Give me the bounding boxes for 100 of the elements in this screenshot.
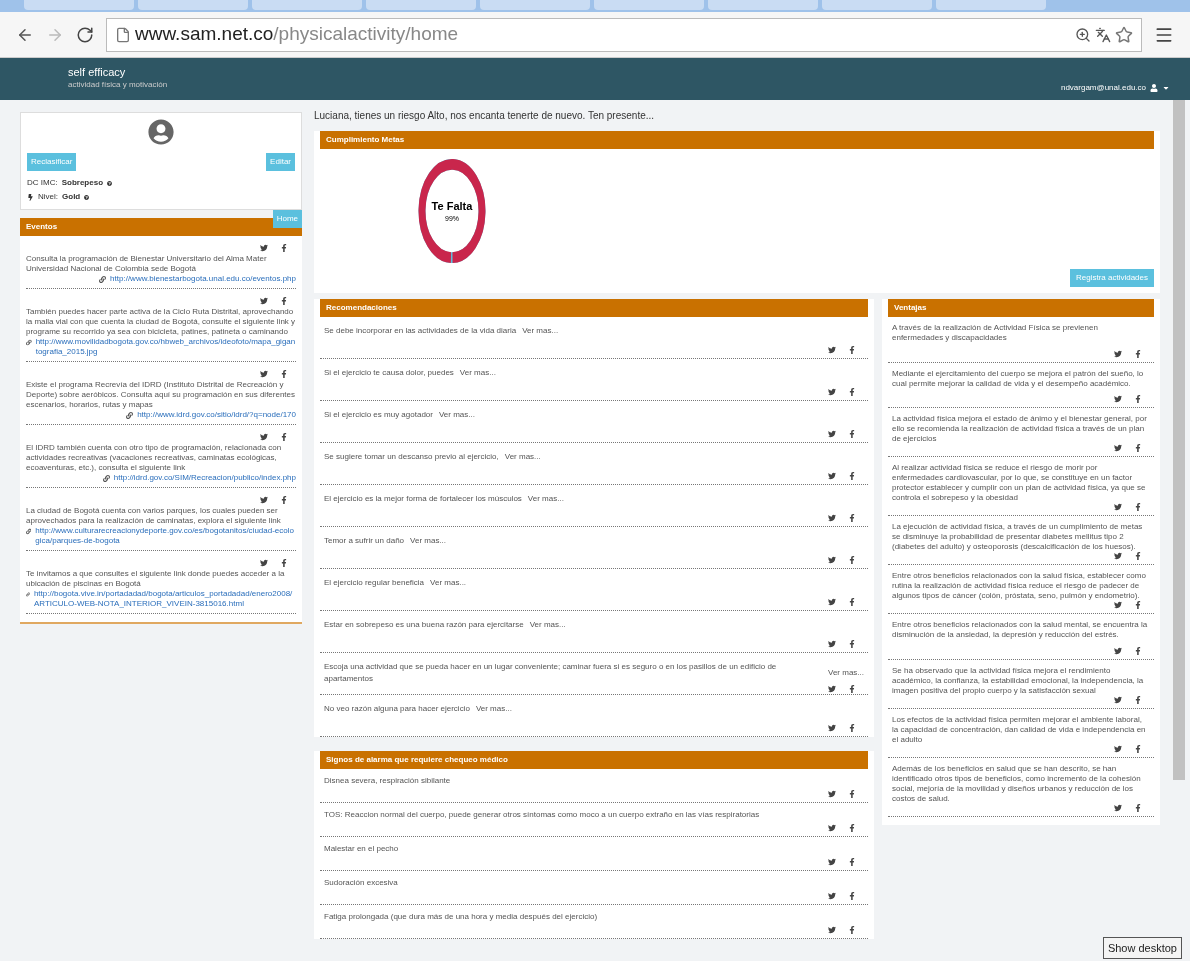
section-header: Cumplimiento Metas <box>320 131 1154 149</box>
twitter-icon[interactable] <box>828 346 836 354</box>
twitter-icon[interactable] <box>828 858 836 866</box>
facebook-icon[interactable] <box>848 640 856 648</box>
facebook-icon[interactable] <box>848 892 856 900</box>
twitter-icon[interactable] <box>260 433 268 441</box>
twitter-icon[interactable] <box>828 640 836 648</box>
twitter-icon[interactable] <box>1114 695 1122 704</box>
twitter-icon[interactable] <box>1114 395 1122 403</box>
twitter-icon[interactable] <box>260 244 268 252</box>
user-icon[interactable] <box>1150 84 1158 92</box>
facebook-icon[interactable] <box>280 559 288 567</box>
event-link[interactable]: http://www.movilidadbogota.gov.co/hbweb_archivos/ideofoto/mapa_gigantografia_2015.jpg <box>35 337 296 357</box>
twitter-icon[interactable] <box>828 514 836 522</box>
section-header: Ventajas <box>888 299 1154 317</box>
recommendation-text: Si el ejercicio te causa dolor, puedes <box>324 367 454 379</box>
see-more-link[interactable]: Ver mas... <box>828 667 864 679</box>
event-link[interactable]: http://www.culturarecreacionydeporte.gov.co/es/bogotanitos/ciudad-ecologica/parques-de-bogota <box>35 526 296 546</box>
twitter-icon[interactable] <box>828 892 836 900</box>
reload-icon[interactable] <box>76 25 94 44</box>
twitter-icon[interactable] <box>260 297 268 305</box>
facebook-icon[interactable] <box>848 598 856 606</box>
advantage-text: Mediante el ejercitamiento del cuerpo se mejora el patrón del sueño, lo cual permite mejorar la calidad de vida y el desempeño académico. <box>892 368 1145 389</box>
brand-name[interactable]: self efficacy <box>68 66 168 80</box>
twitter-icon[interactable] <box>828 388 836 396</box>
bmi-value: Sobrepeso <box>61 177 103 189</box>
facebook-icon[interactable] <box>848 346 856 354</box>
facebook-icon[interactable] <box>848 685 856 693</box>
twitter-icon[interactable] <box>1114 503 1122 511</box>
facebook-icon[interactable] <box>280 496 288 504</box>
twitter-icon[interactable] <box>1114 803 1122 812</box>
facebook-icon[interactable] <box>280 370 288 378</box>
facebook-icon[interactable] <box>280 433 288 441</box>
facebook-icon[interactable] <box>280 297 288 305</box>
address-bar[interactable]: www.sam.net.co/physicalactivity/home <box>106 17 1142 52</box>
twitter-icon[interactable] <box>828 472 836 480</box>
event-link[interactable]: http://idrd.gov.co/SIM/Recreacion/publico/index.php <box>113 473 296 483</box>
twitter-icon[interactable] <box>828 430 836 438</box>
facebook-icon[interactable] <box>848 430 856 438</box>
see-more-link[interactable]: Ver mas... <box>410 535 447 547</box>
twitter-icon[interactable] <box>1114 552 1122 560</box>
see-more-link[interactable]: Ver mas... <box>475 703 512 715</box>
twitter-icon[interactable] <box>828 598 836 606</box>
facebook-icon[interactable] <box>1134 601 1142 609</box>
see-more-link[interactable]: Ver mas... <box>529 619 566 631</box>
scrollbar[interactable] <box>1173 100 1185 780</box>
facebook-icon[interactable] <box>848 724 856 732</box>
facebook-icon[interactable] <box>1134 395 1142 403</box>
user-email[interactable]: ndvargam@unal.edu.co <box>1060 82 1146 94</box>
help-icon[interactable] <box>84 194 90 200</box>
twitter-icon[interactable] <box>828 790 836 798</box>
event-link[interactable]: http://www.idrd.gov.co/sitio/idrd/?q=node/170 <box>137 410 296 420</box>
facebook-icon[interactable] <box>848 514 856 522</box>
twitter-icon[interactable] <box>260 559 268 567</box>
facebook-icon[interactable] <box>848 858 856 866</box>
twitter-icon[interactable] <box>828 824 836 832</box>
facebook-icon[interactable] <box>1134 695 1142 704</box>
event-link[interactable]: http://www.bienestarbogota.unal.edu.co/eventos.php <box>110 274 296 284</box>
facebook-icon[interactable] <box>1134 646 1142 655</box>
twitter-icon[interactable] <box>828 926 836 934</box>
see-more-link[interactable]: Ver mas... <box>527 493 564 505</box>
twitter-icon[interactable] <box>828 685 836 693</box>
twitter-icon[interactable] <box>1114 646 1122 655</box>
facebook-icon[interactable] <box>1134 349 1142 358</box>
facebook-icon[interactable] <box>1134 552 1142 560</box>
see-more-link[interactable]: Ver mas... <box>430 577 467 589</box>
bookmark-star-icon[interactable] <box>1115 25 1133 44</box>
twitter-icon[interactable] <box>1114 349 1122 358</box>
welcome-message: Luciana, tienes un riesgo Alto, nos encanta tenerte de nuevo. Ten presente... <box>314 109 656 123</box>
facebook-icon[interactable] <box>280 244 288 252</box>
see-more-link[interactable]: Ver mas... <box>522 325 559 337</box>
facebook-icon[interactable] <box>848 824 856 832</box>
facebook-icon[interactable] <box>1134 444 1142 452</box>
see-more-link[interactable]: Ver mas... <box>438 409 475 421</box>
zoom-icon[interactable] <box>1075 26 1091 43</box>
twitter-icon[interactable] <box>1114 601 1122 609</box>
recommendation-text: Escoja una actividad que se pueda hacer en un lugar conveniente; caminar fuera si es seguro o en los pasillos de un edificio de apartamentos <box>324 661 778 685</box>
see-more-link[interactable]: Ver mas... <box>459 367 496 379</box>
twitter-icon[interactable] <box>828 556 836 564</box>
twitter-icon[interactable] <box>260 496 268 504</box>
twitter-icon[interactable] <box>1114 444 1122 452</box>
facebook-icon[interactable] <box>848 472 856 480</box>
facebook-icon[interactable] <box>1134 503 1142 511</box>
translate-icon[interactable] <box>1095 26 1111 43</box>
facebook-icon[interactable] <box>848 790 856 798</box>
twitter-icon[interactable] <box>1114 744 1122 753</box>
link-icon <box>26 591 30 598</box>
help-icon[interactable] <box>107 180 112 186</box>
facebook-icon[interactable] <box>1134 803 1142 812</box>
advantage-text: A través de la realización de Actividad Física se previenen enfermedades y discapacidades <box>892 323 1099 343</box>
event-link[interactable]: http://bogota.vive.in/portadadad/bogota/articulos_portadadad/enero2008/ARTICULO-WEB-NOTA_INTERIOR_VIVEIN-3815016.html <box>33 589 296 609</box>
facebook-icon[interactable] <box>848 926 856 934</box>
caret-icon[interactable] <box>1162 84 1170 92</box>
level-value: Gold <box>62 191 81 203</box>
twitter-icon[interactable] <box>828 724 836 732</box>
facebook-icon[interactable] <box>848 556 856 564</box>
see-more-link[interactable]: Ver mas... <box>504 451 541 463</box>
twitter-icon[interactable] <box>260 370 268 378</box>
facebook-icon[interactable] <box>848 388 856 396</box>
facebook-icon[interactable] <box>1134 744 1142 753</box>
